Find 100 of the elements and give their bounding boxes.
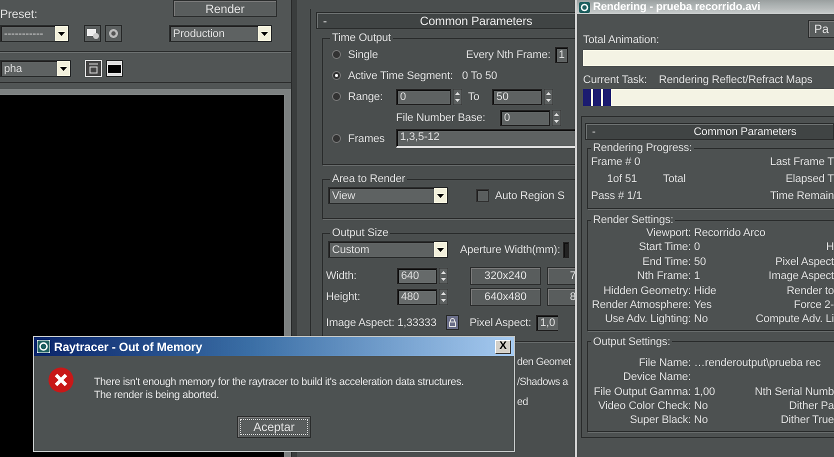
field-label: Width: <box>326 270 358 282</box>
setting-value: 1,00 <box>694 384 716 400</box>
window-title: Rendering - prueba recorrido.avi <box>593 1 760 13</box>
spinner-icon[interactable] <box>453 88 462 104</box>
range-start-field[interactable]: 0 <box>396 88 451 104</box>
setting-value: 50 <box>694 254 708 270</box>
setting-value: …renderoutput\prueba rec <box>694 356 822 370</box>
dropdown-arrow-icon <box>60 66 67 70</box>
setting-label: Super Black: <box>628 413 691 428</box>
spinner-icon[interactable] <box>439 288 448 304</box>
setting-label: H <box>825 240 834 255</box>
radio-option[interactable]: Frames <box>330 132 396 144</box>
option-label: /Shadows a <box>517 376 568 388</box>
spinner-icon[interactable] <box>544 88 554 104</box>
radio-option[interactable]: Range: <box>330 90 396 102</box>
setting-value: Recorrido Arco <box>694 226 766 240</box>
progress-text: Elapsed T <box>784 172 834 187</box>
progress-text: Frame # 0 <box>591 155 642 170</box>
radio-option[interactable]: Active Time Segment: <box>330 70 453 82</box>
lock-icon[interactable] <box>446 315 460 330</box>
dropdown-arrow-icon <box>261 32 268 36</box>
progress-text: Total <box>663 172 687 187</box>
collapse-toggle[interactable]: - <box>317 14 333 28</box>
size-field[interactable]: 640 <box>397 268 437 284</box>
progress-text: Pass # 1/1 <box>591 189 643 204</box>
setting-label: Video Color Check: <box>597 399 691 414</box>
setting-label: Nth Frame: <box>636 269 691 284</box>
rollout-header[interactable]: - Common Parameters <box>316 12 575 29</box>
app-icon <box>37 340 50 353</box>
setting-label: End Time: <box>641 254 691 270</box>
collapse-toggle[interactable]: - <box>586 126 602 138</box>
setting-label: Nth Serial Numb <box>754 384 834 400</box>
group-title: Render Settings: <box>592 214 674 226</box>
pause-button[interactable]: Pa <box>808 20 834 38</box>
area-dropdown[interactable]: View <box>328 187 448 204</box>
setting-label: Pixel Aspect <box>774 254 834 270</box>
accept-button[interactable]: Aceptar <box>237 416 311 438</box>
setting-value: 0 <box>694 240 702 255</box>
setting-label: Device Name: <box>622 370 691 385</box>
setting-label: Force 2- <box>792 298 834 312</box>
field-label: Every Nth Frame: <box>466 48 551 60</box>
setting-value: No <box>694 399 709 414</box>
option-label: ed <box>517 396 528 408</box>
render-icon[interactable] <box>84 25 101 42</box>
group-title: Time Output <box>331 32 392 44</box>
preset-label: Preset: <box>0 6 38 21</box>
frames-field[interactable]: 1,3,5-12 <box>396 129 575 148</box>
close-button[interactable]: X <box>495 340 511 354</box>
setting-label: Image Aspect <box>768 269 834 284</box>
dropdown-arrow-icon <box>437 248 444 252</box>
size-dropdown[interactable]: Custom <box>328 241 448 258</box>
progress-text: Last Frame T <box>768 155 834 170</box>
display-icon[interactable] <box>106 60 123 77</box>
field-label: Height: <box>326 290 362 302</box>
field-label: File Number Base: <box>396 112 486 124</box>
channel-dropdown[interactable]: pha <box>0 60 71 77</box>
auto-region-checkbox[interactable]: Auto Region S <box>476 189 565 202</box>
dropdown-arrow-icon <box>437 194 444 198</box>
dropdown-arrow-icon <box>58 32 65 36</box>
setting-label: Compute Adv. Li <box>754 312 834 327</box>
aperture-field[interactable] <box>563 242 570 258</box>
field-label: Image Aspect: <box>326 316 394 328</box>
group-title: Area to Render <box>331 173 406 185</box>
setting-label: Render to <box>786 284 834 298</box>
setting-label: Dither Pa <box>788 399 834 414</box>
mode-dropdown[interactable]: Production <box>169 25 272 42</box>
window-icon[interactable] <box>85 60 102 77</box>
segment-value: 0 To 50 <box>462 70 498 82</box>
size-preset-button[interactable]: 640x480 <box>470 288 541 306</box>
setting-label: Viewport: <box>645 226 691 240</box>
render-button[interactable]: Render <box>173 0 277 17</box>
rollout-header[interactable]: - Common Parameters <box>585 123 834 140</box>
group-title: Output Size <box>331 227 390 239</box>
current-task-value: Rendering Reflect/Refract Maps <box>658 74 812 86</box>
size-field[interactable]: 480 <box>397 288 437 304</box>
setting-label: File Output Gamma: <box>592 384 691 400</box>
spinner-icon[interactable] <box>552 110 561 126</box>
preset-dropdown[interactable]: ----------- <box>0 25 69 42</box>
range-end-field[interactable]: 50 <box>492 88 542 104</box>
setting-label: File Name: <box>638 356 691 370</box>
setting-value: No <box>694 312 709 327</box>
error-icon <box>48 367 74 393</box>
option-label: den Geomet <box>517 356 571 368</box>
progress-text: 1of 51 <box>606 172 638 187</box>
file-number-base-field[interactable]: 0 <box>500 110 550 126</box>
size-preset-button[interactable]: 320x240 <box>470 266 541 284</box>
radio-option[interactable]: Single <box>330 48 396 60</box>
app-icon <box>579 2 590 12</box>
pixel-aspect-field[interactable]: 1,0 <box>536 314 558 330</box>
field-label: To <box>468 90 480 102</box>
rollout-title: Common Parameters <box>420 14 532 28</box>
setting-value: Yes <box>694 298 713 312</box>
spinner-icon[interactable] <box>439 268 448 284</box>
rollout-title: Common Parameters <box>694 126 796 138</box>
progress-label: Current Task: <box>583 74 647 86</box>
setting-label: Use Adv. Lighting: <box>604 312 691 327</box>
field-label: Aperture Width(mm): <box>460 244 560 256</box>
field-label: Pixel Aspect: <box>469 316 532 328</box>
nth-frame-field[interactable]: 1 <box>554 46 568 62</box>
setting-label: Dither True <box>780 413 834 428</box>
